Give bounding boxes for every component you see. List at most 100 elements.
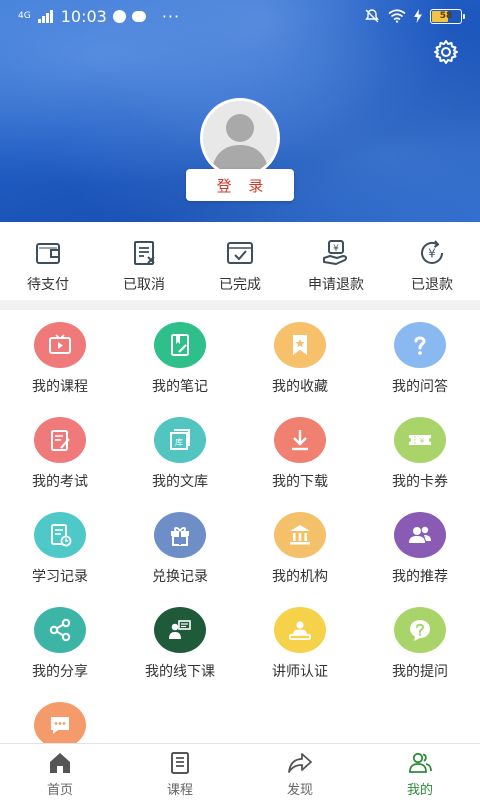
order-label: 待支付: [27, 277, 69, 293]
refund-request-icon: ¥: [323, 240, 348, 265]
grid-item-label: 我的提问: [392, 664, 448, 680]
study-record-icon: [34, 512, 86, 558]
grid-item-label: 我的文库: [152, 474, 208, 490]
order-refunded[interactable]: ¥ 已退款: [384, 222, 480, 300]
svg-text:¥: ¥: [333, 244, 339, 254]
course-list-icon: [171, 752, 189, 774]
profile-users-icon: [409, 752, 432, 773]
status-time: 10:03: [60, 6, 107, 26]
message-icon: [34, 702, 86, 743]
login-button[interactable]: 登 录: [186, 169, 294, 201]
svg-text:¥: ¥: [428, 247, 436, 261]
grid-item-label: 我的收藏: [272, 379, 328, 395]
svg-text:库: 库: [175, 437, 183, 447]
profile-header: 4G 10:03 ··· 58 登 录: [0, 0, 480, 222]
nav-label: 发现: [286, 783, 313, 798]
chat-notification-icon: [131, 10, 146, 22]
grid-item-exchange-records[interactable]: 兑换记录: [120, 500, 240, 595]
bottom-navigation: 首页 课程 发现 我的: [0, 743, 480, 800]
grid-item-label: 我的分享: [32, 664, 88, 680]
refunded-yen-icon: ¥: [421, 240, 443, 264]
exam-icon: [34, 417, 86, 463]
charging-bolt-icon: [414, 9, 422, 23]
order-label: 已完成: [219, 277, 261, 293]
grid-item-my-notes[interactable]: 我的笔记: [120, 310, 240, 405]
grid-item-lecturer-certification[interactable]: 讲师认证: [240, 595, 360, 690]
grid-item-label: 讲师认证: [272, 664, 328, 680]
grid-item-label: 兑换记录: [152, 569, 208, 585]
coupon-icon: ¥: [394, 417, 446, 463]
grid-item-label: 我的笔记: [152, 379, 208, 395]
recommend-users-icon: [394, 512, 446, 558]
grid-item-messages[interactable]: [0, 690, 120, 743]
avatar[interactable]: [200, 98, 280, 178]
wallet-icon: [36, 243, 60, 264]
feature-grid: 我的课程 我的笔记 我的收藏 我的问答 我的考试 库 我的文库 我的下载 ¥ 我…: [0, 310, 480, 743]
settings-gear-icon[interactable]: [432, 38, 460, 66]
grid-item-my-shares[interactable]: 我的分享: [0, 595, 120, 690]
nav-courses[interactable]: 课程: [120, 744, 240, 800]
mute-bell-icon: [365, 9, 379, 23]
discover-icon: [288, 753, 312, 773]
grid-item-my-courses[interactable]: 我的课程: [0, 310, 120, 405]
grid-item-label: 我的卡券: [392, 474, 448, 490]
grid-item-label: 我的课程: [32, 379, 88, 395]
order-label: 已退款: [411, 277, 453, 293]
order-completed[interactable]: 已完成: [192, 222, 288, 300]
order-refund-request[interactable]: ¥ 申请退款: [288, 222, 384, 300]
ask-question-icon: [394, 607, 446, 653]
battery-level: 58: [439, 11, 453, 21]
grid-item-my-library[interactable]: 库 我的文库: [120, 405, 240, 500]
nav-label: 首页: [46, 783, 73, 798]
order-status-bar: 待支付 已取消 已完成 ¥ 申请退款 ¥ 已退款: [0, 222, 480, 300]
grid-item-study-records[interactable]: 学习记录: [0, 500, 120, 595]
download-icon: [274, 417, 326, 463]
nav-label: 我的: [406, 783, 433, 798]
completed-check-icon: [227, 242, 253, 264]
grid-item-label: 我的下载: [272, 474, 328, 490]
nav-mine[interactable]: 我的: [360, 744, 480, 800]
grid-item-label: 学习记录: [32, 569, 88, 585]
status-bar: 4G 10:03 ··· 58: [0, 0, 480, 32]
nav-discover[interactable]: 发现: [240, 744, 360, 800]
question-icon: [394, 322, 446, 368]
app-notification-icon: [112, 9, 126, 23]
battery-icon: 58: [430, 8, 465, 24]
lecturer-icon: [274, 607, 326, 653]
grid-item-label: 我的线下课: [145, 664, 215, 680]
gift-icon: [154, 512, 206, 558]
grid-item-label: 我的问答: [392, 379, 448, 395]
nav-home[interactable]: 首页: [0, 744, 120, 800]
wifi-icon: [388, 9, 406, 23]
library-icon: 库: [154, 417, 206, 463]
home-icon: [50, 753, 70, 773]
offline-class-icon: [154, 607, 206, 653]
signal-icon: [37, 9, 53, 23]
grid-item-my-qa[interactable]: 我的问答: [360, 310, 480, 405]
grid-item-label: 我的考试: [32, 474, 88, 490]
note-icon: [154, 322, 206, 368]
cancel-document-icon: [134, 241, 155, 265]
grid-item-my-downloads[interactable]: 我的下载: [240, 405, 360, 500]
grid-item-label: 我的机构: [272, 569, 328, 585]
grid-item-my-questions[interactable]: 我的提问: [360, 595, 480, 690]
institution-icon: [274, 512, 326, 558]
more-notifications: ···: [161, 6, 181, 26]
order-cancelled[interactable]: 已取消: [96, 222, 192, 300]
grid-item-my-favorites[interactable]: 我的收藏: [240, 310, 360, 405]
network-type: 4G: [18, 10, 31, 21]
grid-item-my-coupons[interactable]: ¥ 我的卡券: [360, 405, 480, 500]
nav-label: 课程: [166, 783, 193, 798]
svg-text:¥: ¥: [420, 437, 425, 445]
order-pending-payment[interactable]: 待支付: [0, 222, 96, 300]
favorite-bookmark-icon: [274, 322, 326, 368]
default-avatar-icon: [203, 101, 277, 175]
grid-item-label: 我的推荐: [392, 569, 448, 585]
grid-item-my-institution[interactable]: 我的机构: [240, 500, 360, 595]
grid-item-my-exams[interactable]: 我的考试: [0, 405, 120, 500]
course-video-icon: [34, 322, 86, 368]
grid-item-my-offline-classes[interactable]: 我的线下课: [120, 595, 240, 690]
grid-item-my-recommendations[interactable]: 我的推荐: [360, 500, 480, 595]
share-icon: [34, 607, 86, 653]
order-label: 已取消: [123, 277, 165, 293]
